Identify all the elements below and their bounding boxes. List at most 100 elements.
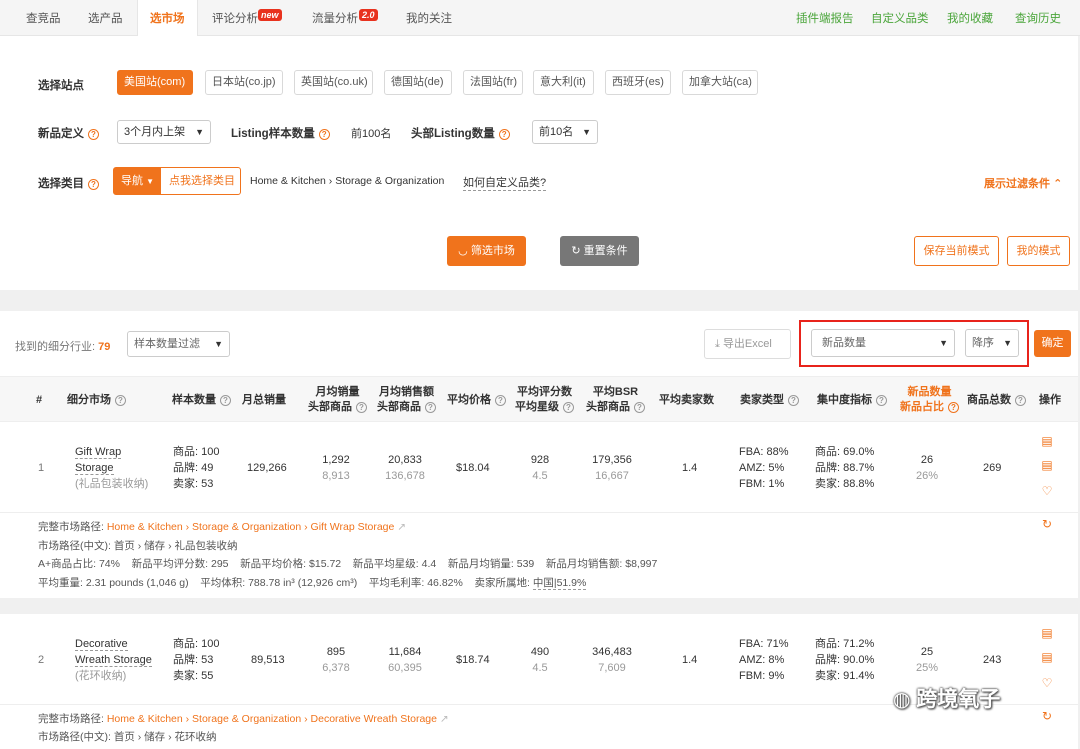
site-fr[interactable]: 法国站(fr) bbox=[463, 70, 523, 95]
sort-order-select[interactable]: 降序 ▼ bbox=[965, 329, 1019, 357]
save-mode-button[interactable]: 保存当前模式 bbox=[914, 236, 999, 266]
pick-category-button[interactable]: 点我选择类目 bbox=[169, 168, 235, 194]
list-icon[interactable]: ▤ bbox=[1040, 458, 1054, 472]
found-count: 找到的细分行业: 79 bbox=[15, 341, 111, 353]
col-avg-sellers[interactable]: 平均卖家数 bbox=[659, 393, 714, 408]
help-icon: ? bbox=[115, 395, 126, 406]
avg-revenue-value: 11,684 60,395 bbox=[388, 646, 422, 674]
market-name-link[interactable]: Gift Wrap Storage (礼品包装收纳) bbox=[75, 444, 148, 492]
plugin-report-link[interactable]: 插件端报告 bbox=[796, 0, 854, 36]
avg-revenue-value: 20,833 136,678 bbox=[385, 454, 425, 482]
site-label: 选择站点 bbox=[38, 80, 84, 92]
sample-filter-select[interactable]: 样本数量过滤 ▼ bbox=[127, 331, 230, 357]
my-mode-button[interactable]: 我的模式 bbox=[1007, 236, 1070, 266]
heart-icon[interactable]: ♡ bbox=[1040, 484, 1054, 498]
seller-origin-link[interactable]: 中国|51.9% bbox=[532, 577, 587, 590]
new-badge: new bbox=[258, 9, 282, 21]
avg-price-value: $18.74 bbox=[456, 654, 490, 666]
site-us[interactable]: 美国站(com) bbox=[117, 70, 193, 95]
col-total-products[interactable]: 商品总数? bbox=[967, 393, 1026, 408]
help-icon: ? bbox=[356, 402, 367, 413]
watermark: ◍ 跨境氧子 bbox=[893, 688, 1001, 711]
avg-sellers-value: 1.4 bbox=[682, 654, 698, 666]
col-market[interactable]: 细分市场? bbox=[67, 393, 126, 408]
help-icon[interactable]: ? bbox=[318, 129, 330, 140]
site-uk[interactable]: 英国站(co.uk) bbox=[294, 70, 373, 95]
weight-volume-stats: 平均重量: 2.31 pounds (1,046 g) 平均体积: 788.78… bbox=[38, 577, 587, 590]
site-jp[interactable]: 日本站(co.jp) bbox=[205, 70, 283, 95]
row-separator bbox=[0, 598, 1078, 614]
site-ca[interactable]: 加拿大站(ca) bbox=[682, 70, 758, 95]
custom-category-link[interactable]: 自定义品类 bbox=[871, 0, 929, 36]
chevron-down-icon: ▼ bbox=[1003, 338, 1012, 348]
reset-button[interactable]: ↻ 重置条件 bbox=[560, 236, 639, 266]
new-count-value: 25 25% bbox=[915, 646, 939, 674]
col-concentration[interactable]: 集中度指标? bbox=[817, 393, 887, 408]
expand-filters-toggle[interactable]: 展示过滤条件 ⌃ bbox=[984, 175, 1062, 191]
category-picker: 导航 ▼ 点我选择类目 bbox=[113, 167, 241, 195]
nav-dropdown-button[interactable]: 导航 ▼ bbox=[114, 168, 161, 194]
external-link-icon[interactable]: ↗ bbox=[397, 521, 406, 533]
col-avg-bsr[interactable]: 平均BSR 头部商品? bbox=[586, 385, 645, 415]
sort-field-select[interactable]: 新品数量 ▼ bbox=[811, 329, 955, 357]
tab-my-follow[interactable]: 我的关注 bbox=[406, 0, 452, 36]
heart-icon[interactable]: ♡ bbox=[1040, 676, 1054, 690]
chart-icon[interactable]: ▤ bbox=[1040, 626, 1054, 640]
help-icon: ? bbox=[495, 395, 506, 406]
refresh-icon[interactable]: ↻ bbox=[1040, 517, 1054, 531]
tab-traffic-analysis[interactable]: 流量分析 bbox=[312, 0, 358, 36]
col-seller-type[interactable]: 卖家类型? bbox=[740, 393, 799, 408]
head-listing-select[interactable]: 前10名 ▼ bbox=[532, 120, 598, 144]
full-path-link[interactable]: Home & Kitchen › Storage & Organization … bbox=[107, 521, 395, 533]
new-def-select[interactable]: 3个月内上架 ▼ bbox=[117, 120, 211, 144]
concentration-values: 商品: 69.0% 品牌: 88.7% 卖家: 88.8% bbox=[815, 446, 875, 490]
col-avg-price[interactable]: 平均价格? bbox=[447, 393, 506, 408]
list-icon[interactable]: ▤ bbox=[1040, 650, 1054, 664]
sample-counts: 商品: 100 品牌: 53 卖家: 55 bbox=[173, 638, 220, 682]
version-badge: 2.0 bbox=[359, 9, 378, 21]
external-link-icon[interactable]: ↗ bbox=[440, 713, 449, 725]
my-favorites-link[interactable]: 我的收藏 bbox=[947, 0, 993, 36]
filter-market-button[interactable]: ◡ 筛选市场 bbox=[447, 236, 526, 266]
full-path-link[interactable]: Home & Kitchen › Storage & Organization … bbox=[107, 713, 437, 725]
help-icon[interactable]: ? bbox=[88, 179, 99, 190]
chevron-down-icon: ▼ bbox=[214, 339, 223, 349]
col-avg-rating[interactable]: 平均评分数 平均星级? bbox=[515, 385, 574, 415]
site-es[interactable]: 西班牙(es) bbox=[605, 70, 671, 95]
query-history-link[interactable]: 查询历史 bbox=[1015, 0, 1061, 36]
export-excel-button[interactable]: ⤓ 导出Excel bbox=[704, 329, 791, 359]
monthly-sales-value: 129,266 bbox=[247, 462, 287, 474]
col-sample[interactable]: 样本数量? bbox=[172, 393, 231, 408]
seller-type-values: FBA: 88% AMZ: 5% FBM: 1% bbox=[739, 446, 789, 490]
new-def-label: 新品定义? bbox=[38, 125, 99, 141]
tab-product[interactable]: 选产品 bbox=[88, 0, 123, 36]
help-icon: ? bbox=[1015, 395, 1026, 406]
help-icon[interactable]: ? bbox=[498, 129, 510, 140]
site-it[interactable]: 意大利(it) bbox=[533, 70, 594, 95]
avg-price-value: $18.04 bbox=[456, 462, 490, 474]
site-de[interactable]: 德国站(de) bbox=[384, 70, 452, 95]
download-icon: ⤓ bbox=[715, 338, 720, 350]
row-index: 2 bbox=[38, 654, 45, 666]
full-path: 完整市场路径: Home & Kitchen › Storage & Organ… bbox=[38, 521, 407, 533]
avg-bsr-value: 179,356 16,667 bbox=[592, 454, 632, 482]
custom-category-help-link[interactable]: 如何自定义品类? bbox=[463, 174, 547, 191]
col-avg-revenue[interactable]: 月均销售额 头部商品? bbox=[377, 385, 436, 415]
listing-sample-label: Listing样本数量? bbox=[231, 125, 330, 141]
tab-competitor[interactable]: 查竞品 bbox=[26, 0, 61, 36]
confirm-button[interactable]: 确定 bbox=[1034, 330, 1071, 357]
help-icon: ? bbox=[563, 402, 574, 413]
help-icon: ? bbox=[948, 402, 959, 413]
listing-sample-value[interactable]: 前100名 bbox=[351, 125, 391, 141]
market-name-link[interactable]: Decorative Wreath Storage (花环收纳) bbox=[75, 636, 152, 684]
col-monthly-sales[interactable]: 月总销量 bbox=[242, 393, 286, 408]
col-avg-sales[interactable]: 月均销量 头部商品? bbox=[308, 385, 367, 415]
help-icon[interactable]: ? bbox=[88, 129, 99, 140]
tab-review-analysis[interactable]: 评论分析 bbox=[212, 0, 258, 36]
refresh-icon[interactable]: ↻ bbox=[1040, 709, 1054, 723]
sample-counts: 商品: 100 品牌: 49 卖家: 53 bbox=[173, 446, 220, 490]
tab-market[interactable]: 选市场 bbox=[137, 0, 198, 37]
help-icon: ? bbox=[634, 402, 645, 413]
col-new-count[interactable]: 新品数量 新品占比? bbox=[900, 385, 959, 415]
chart-icon[interactable]: ▤ bbox=[1040, 434, 1054, 448]
